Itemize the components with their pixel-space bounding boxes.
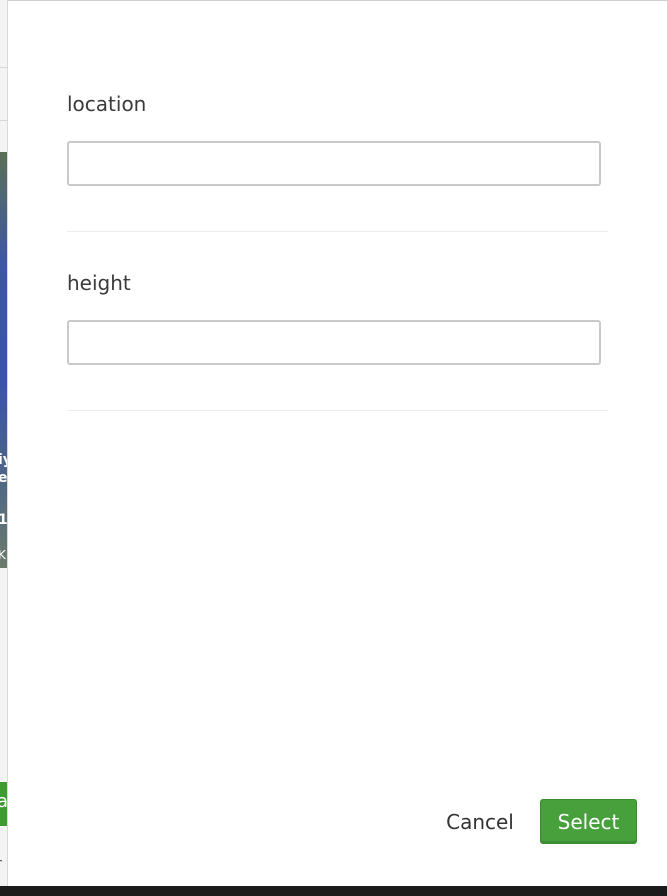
location-input[interactable] — [67, 141, 601, 186]
background-text: r — [0, 856, 2, 872]
select-button[interactable]: Select — [540, 799, 637, 844]
background-image: iy e 1 KI — [0, 152, 8, 568]
background-divider — [0, 67, 8, 68]
field-divider — [67, 410, 608, 411]
location-label: location — [67, 92, 147, 116]
height-field: height — [67, 270, 607, 365]
cancel-button[interactable]: Cancel — [434, 801, 526, 843]
location-field: location — [67, 91, 607, 186]
height-input[interactable] — [67, 320, 601, 365]
background-image-text: KI — [0, 548, 8, 562]
background-image-text: 1 — [0, 512, 8, 528]
field-editor-dialog: location height Cancel Select — [8, 0, 667, 886]
background-green-button-label: a — [0, 791, 8, 812]
background-divider — [0, 120, 8, 121]
background-image-text: e — [0, 470, 8, 486]
height-label: height — [67, 271, 131, 295]
background-page: iy e 1 KI a r — [0, 0, 8, 896]
background-image-text: iy — [0, 452, 8, 468]
field-divider — [67, 231, 608, 232]
screen-bottom-bar — [0, 886, 667, 896]
background-green-button: a — [0, 782, 8, 826]
